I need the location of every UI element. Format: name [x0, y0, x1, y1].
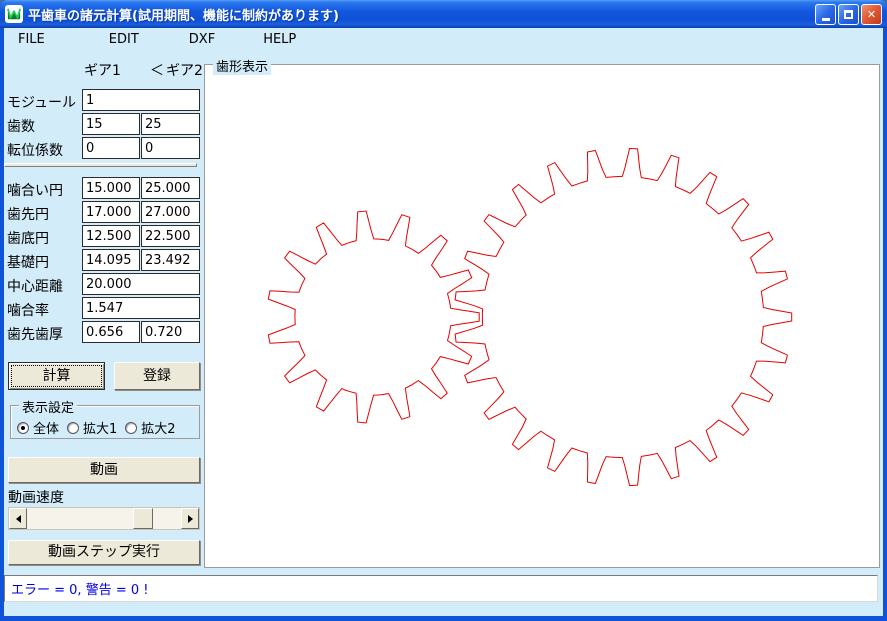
- tip-circle-gear1-input[interactable]: [82, 201, 140, 223]
- teeth-gear2-input[interactable]: [141, 113, 200, 135]
- gear2-column-label: ギア2: [166, 60, 203, 80]
- gear1-column-label: ギア1: [84, 60, 121, 80]
- root-circle-gear1-input[interactable]: [82, 225, 140, 247]
- maximize-button[interactable]: [838, 4, 859, 25]
- teeth-label: 歯数: [7, 116, 35, 136]
- animation-button[interactable]: 動画: [8, 457, 200, 483]
- tip-circle-row: 歯先円: [4, 201, 204, 224]
- right-triangle-icon: [188, 515, 193, 523]
- display-settings-title: 表示設定: [19, 397, 77, 416]
- tip-thickness-row: 歯先歯厚: [4, 321, 204, 344]
- scrollbar-right-arrow[interactable]: [181, 508, 199, 529]
- center-distance-row: 中心距離: [4, 273, 204, 296]
- shift-gear1-input[interactable]: [82, 137, 140, 159]
- tip-thickness-label: 歯先歯厚: [7, 324, 63, 344]
- radio-zoom2[interactable]: 拡大2: [125, 418, 175, 437]
- root-circle-gear2-input[interactable]: [141, 225, 200, 247]
- menu-file[interactable]: FILE: [12, 30, 51, 49]
- contact-ratio-label: 噛合率: [7, 300, 49, 320]
- separator: [4, 163, 197, 167]
- pitch-circle-gear1-input[interactable]: [82, 177, 140, 199]
- menu-edit[interactable]: EDIT: [103, 30, 145, 49]
- tip-thickness-gear2-input[interactable]: [141, 321, 200, 343]
- shift-coefficient-row: 転位係数: [4, 137, 204, 160]
- status-bar: エラー = 0, 警告 = 0 !: [4, 575, 878, 602]
- module-label: モジュール: [7, 92, 76, 112]
- contact-ratio-input[interactable]: [82, 297, 200, 319]
- root-circle-row: 歯底円: [4, 225, 204, 248]
- radio-zoom1-label: 拡大1: [83, 418, 117, 437]
- gear-drawing: [205, 65, 879, 567]
- teeth-row: 歯数: [4, 113, 204, 136]
- radio-zoom2-icon: [125, 422, 137, 434]
- app-window: 平歯車の諸元計算(試用期間、機能に制約があります) ✕ FILE EDIT DX…: [0, 0, 887, 621]
- maximize-icon: [844, 10, 853, 19]
- pitch-circle-gear2-input[interactable]: [141, 177, 200, 199]
- center-distance-label: 中心距離: [7, 276, 63, 296]
- base-circle-label: 基礎円: [7, 252, 49, 272]
- minimize-icon: [822, 18, 830, 21]
- radio-zoom1[interactable]: 拡大1: [67, 418, 117, 437]
- calculate-button[interactable]: 計算: [8, 362, 105, 390]
- radio-zoom1-icon: [67, 422, 79, 434]
- shift-gear2-input[interactable]: [141, 137, 200, 159]
- left-triangle-icon: [16, 515, 21, 523]
- status-text: エラー = 0, 警告 = 0 !: [5, 579, 148, 598]
- base-circle-gear2-input[interactable]: [141, 249, 200, 271]
- close-button[interactable]: ✕: [861, 4, 882, 25]
- teeth-gear1-input[interactable]: [82, 113, 140, 135]
- tip-circle-gear2-input[interactable]: [141, 201, 200, 223]
- module-input[interactable]: [82, 89, 200, 111]
- tooth-profile-group: 歯形表示: [204, 64, 880, 568]
- contact-ratio-row: 噛合率: [4, 297, 204, 320]
- window-border-right: [883, 28, 887, 621]
- tip-thickness-gear1-input[interactable]: [82, 321, 140, 343]
- display-settings-group: 表示設定 全体 拡大1 拡大2: [10, 405, 200, 439]
- tip-circle-label: 歯先円: [7, 204, 49, 224]
- menu-bar: FILE EDIT DXF HELP: [4, 28, 883, 50]
- gear1-outline: [268, 211, 479, 423]
- scrollbar-left-arrow[interactable]: [9, 508, 27, 529]
- radio-whole[interactable]: 全体: [17, 418, 59, 437]
- radio-whole-icon: [17, 422, 29, 434]
- animation-speed-label: 動画速度: [8, 487, 64, 507]
- pitch-circle-label: 噛合い円: [7, 180, 63, 200]
- app-icon: [5, 5, 23, 23]
- base-circle-row: 基礎円: [4, 249, 204, 272]
- register-button[interactable]: 登録: [114, 362, 200, 390]
- gear-parameters-panel: ギア1 ＜ ギア2 モジュール 歯数 転位係数 噛合い円: [4, 50, 204, 616]
- title-bar: 平歯車の諸元計算(試用期間、機能に制約があります) ✕: [0, 0, 887, 28]
- module-row: モジュール: [4, 89, 204, 112]
- display-settings-options: 全体 拡大1 拡大2: [17, 418, 184, 437]
- radio-zoom2-label: 拡大2: [141, 418, 175, 437]
- shift-coefficient-label: 転位係数: [7, 140, 63, 160]
- window-border-left: [0, 28, 4, 621]
- gear-relation-label: ＜: [150, 60, 164, 80]
- client-area: ギア1 ＜ ギア2 モジュール 歯数 転位係数 噛合い円: [4, 50, 883, 616]
- window-title: 平歯車の諸元計算(試用期間、機能に制約があります): [28, 5, 815, 24]
- menu-help[interactable]: HELP: [257, 30, 302, 49]
- gear2-outline: [455, 148, 792, 485]
- scrollbar-thumb[interactable]: [133, 508, 153, 529]
- center-distance-input[interactable]: [82, 273, 200, 295]
- animation-step-button[interactable]: 動画ステップ実行: [8, 540, 200, 565]
- radio-whole-label: 全体: [33, 418, 59, 437]
- menu-dxf[interactable]: DXF: [183, 30, 221, 49]
- pitch-circle-row: 噛合い円: [4, 177, 204, 200]
- animation-speed-scrollbar[interactable]: [8, 507, 200, 530]
- root-circle-label: 歯底円: [7, 228, 49, 248]
- close-icon: ✕: [867, 8, 876, 21]
- window-border-bottom: [0, 616, 887, 621]
- minimize-button[interactable]: [815, 4, 836, 25]
- base-circle-gear1-input[interactable]: [82, 249, 140, 271]
